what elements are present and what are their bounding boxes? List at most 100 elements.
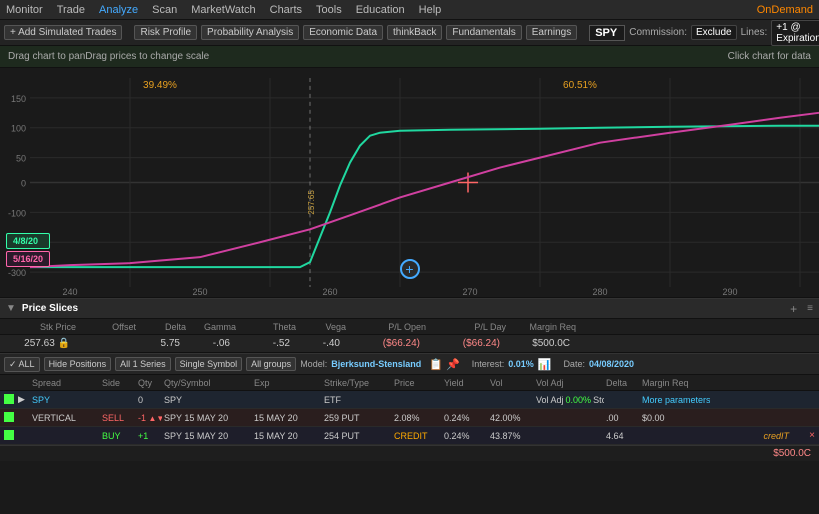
buy-qty: +1 — [136, 431, 162, 441]
positions-header: ✓ ALL Hide Positions All 1 Series Single… — [0, 353, 819, 375]
nav-education[interactable]: Education — [356, 4, 405, 16]
model-value: Bjerksund-Stensland — [331, 359, 421, 369]
all-series-button[interactable]: All 1 Series — [115, 357, 171, 371]
model-icons: 📋 📌 — [429, 358, 459, 371]
price-slices-triangle[interactable]: ▼ — [6, 303, 16, 314]
sell-margin: $0.00 — [640, 413, 710, 423]
credit-label: credIT — [763, 431, 789, 441]
interest-label: Interest: — [472, 359, 505, 369]
prob-analysis-button[interactable]: Probability Analysis — [201, 25, 299, 40]
svg-text:-300: -300 — [8, 268, 26, 278]
pl-day-value: ($66.24) — [424, 338, 504, 349]
buy-delta: 4.64 — [604, 431, 640, 441]
col-vol: Vol — [488, 378, 534, 388]
sell-qty: -1 ▲▼ — [136, 413, 162, 423]
price-slices-col-headers: Stk Price Offset Delta Gamma Theta Vega … — [0, 319, 819, 335]
commission-label: Commission: — [629, 27, 687, 38]
col-pl-open: P/L Open — [346, 322, 426, 332]
svg-text:-100: -100 — [8, 208, 26, 218]
chart-area[interactable]: 150 100 50 0 -100 -200 -300 240 250 260 … — [0, 68, 819, 298]
nav-help[interactable]: Help — [419, 4, 442, 16]
price-slices-expand[interactable]: + — [790, 302, 797, 316]
col-exp: Exp — [252, 378, 322, 388]
spy-qty: 0 — [136, 395, 162, 405]
nav-monitor[interactable]: Monitor — [6, 4, 43, 16]
sell-check[interactable] — [2, 412, 16, 424]
col-marginreq: Margin Req — [640, 378, 710, 388]
price-slices-menu[interactable]: ≡ — [807, 303, 813, 314]
buy-check[interactable] — [2, 430, 16, 442]
buy-side: BUY — [100, 431, 136, 441]
spy-check[interactable] — [2, 394, 16, 406]
buy-symbol: SPY 15 MAY 20 — [162, 431, 252, 441]
pos-date-label: Date: — [563, 359, 585, 369]
col-price: Price — [392, 378, 442, 388]
economic-data-button[interactable]: Economic Data — [303, 25, 383, 40]
thinkback-button[interactable]: thinkBack — [387, 25, 442, 40]
fundamentals-button[interactable]: Fundamentals — [446, 25, 521, 40]
spy-symbol: SPY — [162, 395, 252, 405]
col-qty: Qty — [136, 378, 162, 388]
sell-price: 2.08% — [392, 413, 442, 423]
nav-marketwatch[interactable]: MarketWatch — [191, 4, 255, 16]
hide-positions-button[interactable]: Hide Positions — [44, 357, 112, 371]
risk-profile-button[interactable]: Risk Profile — [134, 25, 197, 40]
add-price-slice-button[interactable]: + — [400, 259, 420, 279]
sell-exp: 15 MAY 20 — [184, 413, 228, 423]
interest-icon[interactable]: 📊 — [538, 358, 552, 371]
lines-value[interactable]: +1 @ Expiration — [771, 20, 819, 46]
all-groups-button[interactable]: All groups — [246, 357, 296, 371]
hint-bar: Drag chart to panDrag prices to change s… — [0, 46, 819, 68]
col-vega: Vega — [296, 322, 346, 332]
filter-all-button[interactable]: ✓ ALL — [4, 357, 40, 372]
col-margin-req: Margin Req — [506, 322, 576, 332]
nav-charts[interactable]: Charts — [270, 4, 302, 16]
spy-flag: ▶ — [16, 394, 30, 405]
sell-yield: 0.24% — [442, 413, 488, 423]
nav-trade[interactable]: Trade — [57, 4, 85, 16]
svg-text:290: 290 — [722, 287, 737, 297]
col-delta-h: Delta — [604, 378, 640, 388]
col-offset: Offset — [76, 322, 136, 332]
col-stk-price: Stk Price — [6, 322, 76, 332]
model-label: Model: — [300, 359, 327, 369]
lock-icon[interactable]: 🔒 — [58, 338, 70, 349]
nav-scan[interactable]: Scan — [152, 4, 177, 16]
click-hint: Click chart for data — [728, 51, 811, 62]
nav-analyze[interactable]: Analyze — [99, 4, 138, 16]
sell-qty-controls[interactable]: ▲▼ — [149, 414, 162, 423]
single-symbol-button[interactable]: Single Symbol — [175, 357, 243, 371]
margin-req-value: $500.0C — [504, 338, 574, 349]
sell-row: VERTICAL SELL -1 ▲▼ SPY 15 MAY 20 15 MAY… — [0, 409, 819, 427]
price-slices-title: Price Slices — [22, 303, 78, 314]
drag-hint: Drag chart to panDrag prices to change s… — [8, 51, 209, 62]
svg-text:257.65: 257.65 — [307, 190, 316, 215]
toolbar: + Add Simulated Trades Risk Profile Prob… — [0, 20, 819, 46]
top-nav: Monitor Trade Analyze Scan MarketWatch C… — [0, 0, 819, 20]
chart-legend: 4/8/20 5/16/20 — [6, 233, 50, 269]
svg-text:60.51%: 60.51% — [563, 80, 597, 91]
spy-spread: SPY — [30, 395, 100, 405]
price-slices-section: ▼ Price Slices + ≡ Stk Price Offset Delt… — [0, 298, 819, 353]
add-sim-trades-button[interactable]: + Add Simulated Trades — [4, 25, 122, 40]
buy-exp: 15 MAY 20 — [252, 431, 322, 441]
svg-text:0: 0 — [21, 179, 26, 189]
price-slice-row: 257.63 🔒 5.75 -.06 -.52 -.40 ($66.24) ($… — [0, 335, 819, 353]
svg-text:50: 50 — [16, 154, 26, 164]
col-pl-day: P/L Day — [426, 322, 506, 332]
nav-tools[interactable]: Tools — [316, 4, 342, 16]
delta-value: 5.75 — [134, 338, 184, 349]
symbol-input[interactable] — [589, 25, 625, 41]
earnings-button[interactable]: Earnings — [526, 25, 577, 40]
pl-open-value: ($66.24) — [344, 338, 424, 349]
sell-exp-full: 15 MAY 20 — [252, 413, 322, 423]
spy-group-row: ▶ SPY 0 SPY ETF Vol Adj 0.00% Stock Pric… — [0, 391, 819, 409]
spy-more-params[interactable]: More parameters — [640, 395, 710, 405]
commission-value[interactable]: Exclude — [691, 25, 737, 40]
ondemand-label: OnDemand — [757, 4, 813, 16]
close-position-button[interactable]: × — [809, 430, 815, 441]
theta-value: -.52 — [234, 338, 294, 349]
sell-strike-type: 259 PUT — [322, 413, 392, 423]
lines-label: Lines: — [741, 27, 768, 38]
buy-type2: CREDIT — [392, 431, 442, 441]
